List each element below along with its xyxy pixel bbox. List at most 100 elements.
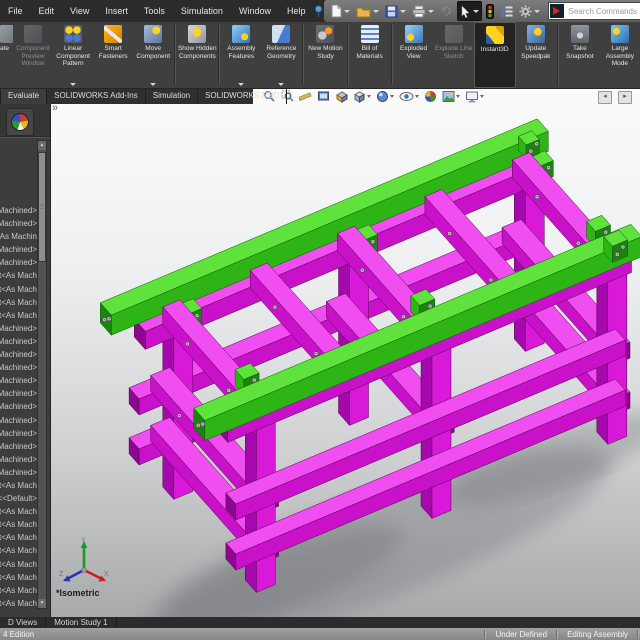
- bill-of-materials-button[interactable]: Bill of Materials: [350, 22, 390, 88]
- scroll-down-arrow[interactable]: ▼: [38, 599, 46, 608]
- pin-icon[interactable]: [313, 0, 324, 22]
- tree-item[interactable]: ult<As Mach: [0, 480, 38, 493]
- dropdown-caret[interactable]: [150, 83, 157, 86]
- options-gear-dropdown-caret[interactable]: [534, 9, 541, 13]
- save-button[interactable]: [383, 2, 408, 20]
- dropdown-caret[interactable]: [238, 83, 245, 86]
- tab-solidworks-mbd[interactable]: SOLIDWORKS MBD: [198, 88, 288, 104]
- previous-view-icon[interactable]: [316, 90, 331, 103]
- new-document-button[interactable]: [328, 2, 352, 20]
- smart-fasteners-button[interactable]: Smart Fasteners: [93, 22, 133, 88]
- tree-item[interactable]: ult<As Mach: [0, 284, 38, 297]
- take-snapshot-button[interactable]: Take Snapshot: [560, 22, 600, 88]
- print-button[interactable]: [410, 2, 436, 20]
- ate-button[interactable]: ate: [0, 22, 13, 88]
- tree-item[interactable]: ult<As Mach: [0, 585, 38, 598]
- menu-file[interactable]: File: [0, 0, 31, 22]
- tree-item[interactable]: ult<As Mach: [0, 506, 38, 519]
- search-commands-box[interactable]: [548, 2, 640, 20]
- tree-item[interactable]: s Machined>: [0, 205, 38, 218]
- apply-scene-icon[interactable]: [441, 90, 461, 103]
- tree-item[interactable]: Machined>: [0, 454, 38, 467]
- dropdown-caret[interactable]: [70, 83, 77, 86]
- open-button[interactable]: [354, 2, 381, 20]
- edit-appearance-icon[interactable]: [423, 90, 438, 103]
- tree-item[interactable]: s Machined>: [0, 323, 38, 336]
- view-orientation-dropdown-caret[interactable]: [367, 95, 371, 98]
- tree-item[interactable]: ult<As Mach: [0, 270, 38, 283]
- instant3d-button[interactable]: Instant3D: [473, 22, 516, 88]
- new-motion-study-button[interactable]: New Motion Study: [305, 22, 345, 88]
- dropdown-caret[interactable]: [278, 83, 285, 86]
- rebuild-traffic-light-button[interactable]: [484, 2, 496, 20]
- tree-item[interactable]: s Machined>: [0, 388, 38, 401]
- tree-item[interactable]: ult<As Mach: [0, 519, 38, 532]
- scrollbar-thumb[interactable]: [38, 152, 46, 262]
- display-style-dropdown-caret[interactable]: [390, 95, 394, 98]
- display-style-icon[interactable]: [375, 90, 395, 103]
- tree-scrollbar[interactable]: ▲ ▼: [37, 140, 47, 609]
- tree-item[interactable]: s Machined>: [0, 362, 38, 375]
- view-settings-icon[interactable]: [464, 91, 485, 103]
- update-speedpak-button[interactable]: Update Speedpak: [516, 22, 556, 88]
- display-manager-tab[interactable]: [6, 108, 34, 136]
- scroll-up-arrow[interactable]: ▲: [38, 141, 46, 150]
- measure-icon[interactable]: [298, 90, 313, 103]
- tab-evaluate[interactable]: Evaluate: [1, 88, 48, 104]
- linear-component-pattern-button[interactable]: Linear Component Pattern: [53, 22, 93, 88]
- hide-show-items-icon[interactable]: [398, 91, 420, 102]
- show-hidden-components-button[interactable]: Show Hidden Components: [177, 22, 217, 88]
- tree-item[interactable]: lt<As Mach: [0, 572, 38, 585]
- open-dropdown-caret[interactable]: [373, 9, 380, 13]
- tree-item[interactable]: Machined>: [0, 441, 38, 454]
- apply-scene-dropdown-caret[interactable]: [456, 95, 460, 98]
- tree-item[interactable]: Machined>: [0, 467, 38, 480]
- select-arrow-dropdown-caret[interactable]: [473, 9, 480, 13]
- tree-item[interactable]: s Machined>: [0, 375, 38, 388]
- tree-item[interactable]: s Machined>: [0, 257, 38, 270]
- menu-insert[interactable]: Insert: [97, 0, 136, 22]
- select-arrow-button[interactable]: [457, 1, 483, 21]
- tree-item[interactable]: ult<As Mach: [0, 297, 38, 310]
- save-dropdown-caret[interactable]: [400, 9, 407, 13]
- menu-simulation[interactable]: Simulation: [173, 0, 231, 22]
- reference-geometry-button[interactable]: Reference Geometry: [261, 22, 301, 88]
- hide-show-items-dropdown-caret[interactable]: [415, 95, 419, 98]
- tab-solidworks-add-ins[interactable]: SOLIDWORKS Add-Ins: [47, 88, 146, 104]
- tree-item[interactable]: <As Machin: [0, 231, 38, 244]
- view-settings-dropdown-caret[interactable]: [480, 95, 484, 98]
- section-view-icon[interactable]: [334, 90, 349, 103]
- tree-item[interactable]: ult<As Mach: [0, 545, 38, 558]
- menu-window[interactable]: Window: [231, 0, 279, 22]
- search-input[interactable]: [566, 5, 640, 17]
- tree-item[interactable]: ult<As Mach: [0, 310, 38, 323]
- tree-item[interactable]: Machined>: [0, 428, 38, 441]
- tree-item[interactable]: <<Default>: [0, 493, 38, 506]
- menu-tools[interactable]: Tools: [136, 0, 173, 22]
- tree-item[interactable]: s Machined>: [0, 336, 38, 349]
- assembly-3d-model[interactable]: [50, 104, 640, 617]
- tree-item[interactable]: s Machined>: [0, 218, 38, 231]
- tree-item[interactable]: ult<As Mach: [0, 598, 38, 611]
- tree-item[interactable]: s Machined>: [0, 401, 38, 414]
- exploded-view-button[interactable]: Exploded View: [394, 22, 434, 88]
- menu-edit[interactable]: Edit: [31, 0, 63, 22]
- tree-item[interactable]: s Machined>: [0, 349, 38, 362]
- tab-motion-study-1[interactable]: Motion Study 1: [46, 617, 117, 628]
- tree-item[interactable]: ult<As Mach: [0, 559, 38, 572]
- tab-simulation[interactable]: Simulation: [146, 88, 199, 104]
- assembly-features-button[interactable]: Assembly Features: [221, 22, 261, 88]
- pane-collapse-left-button[interactable]: ◂: [598, 91, 612, 104]
- view-orientation-icon[interactable]: [352, 90, 372, 103]
- options-gear-button[interactable]: [517, 2, 542, 20]
- graphics-viewport[interactable]: » ◂ ▸ Y X Z *Isometric: [50, 88, 640, 617]
- pane-collapse-right-button[interactable]: ▸: [618, 91, 632, 104]
- move-component-button[interactable]: Move Component: [133, 22, 173, 88]
- print-dropdown-caret[interactable]: [428, 9, 435, 13]
- tree-item[interactable]: Machined>: [0, 415, 38, 428]
- menu-view[interactable]: View: [62, 0, 97, 22]
- tab-d-views[interactable]: D Views: [0, 617, 47, 628]
- tree-item[interactable]: s Machined>: [0, 244, 38, 257]
- large-assembly-mode-button[interactable]: Large Assembly Mode: [600, 22, 640, 88]
- menu-help[interactable]: Help: [279, 0, 314, 22]
